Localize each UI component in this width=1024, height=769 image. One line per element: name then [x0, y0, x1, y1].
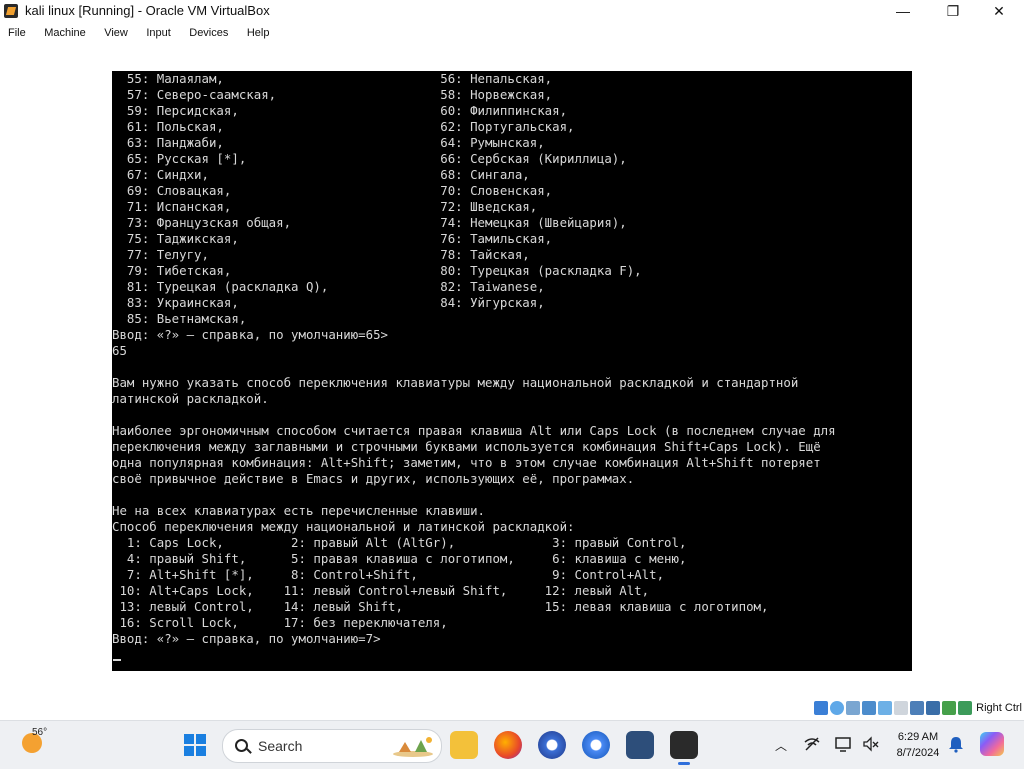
search-icon: [235, 739, 248, 752]
optical-drive-icon[interactable]: [830, 701, 844, 715]
window-titlebar: kali linux [Running] - Oracle VM Virtual…: [0, 0, 1024, 22]
console-line: Ввод: «?» — справка, по умолчанию=65>: [112, 327, 389, 342]
video-capture-icon[interactable]: [926, 701, 940, 715]
chevron-up-icon[interactable]: ︿: [775, 737, 787, 754]
console-line: 7: Alt+Shift [*], 8: Control+Shift, 9: C…: [112, 567, 665, 582]
hard-disk-icon[interactable]: [814, 701, 828, 715]
notification-bell-icon[interactable]: [948, 735, 964, 753]
console-line: 16: Scroll Lock, 17: без переключателя,: [112, 615, 448, 630]
start-icon[interactable]: [184, 734, 206, 756]
console-line: 65: [112, 343, 127, 358]
host-key-label: Right Ctrl: [976, 702, 1022, 714]
kali-vm-icon[interactable]: [670, 731, 698, 765]
vm-status-bar: Right Ctrl: [0, 698, 1024, 720]
menu-view[interactable]: View: [97, 22, 135, 44]
windows-taskbar: 56° Search ︿ 6:29 AM 8/7/2024: [0, 720, 1024, 769]
console-line: 85: Вьетнамская,: [112, 311, 247, 326]
console-line: переключения между заглавными и строчным…: [112, 439, 821, 454]
console-line: 55: Малаялам, 56: Непальская,: [112, 71, 553, 86]
search-highlight-icon: [393, 737, 433, 757]
console-line: 65: Русская [*], 66: Сербская (Кириллица…: [112, 151, 627, 166]
network-disconnected-icon[interactable]: [803, 735, 821, 753]
console-line: Ввод: «?» — справка, по умолчанию=7>: [112, 631, 381, 646]
console-line: одна популярная комбинация: Alt+Shift; з…: [112, 455, 821, 470]
taskbar-search-box[interactable]: Search: [222, 729, 442, 763]
console-line: 75: Таджикская, 76: Тамильская,: [112, 231, 553, 246]
usb-icon[interactable]: [878, 701, 892, 715]
vm-console-screen[interactable]: 55: Малаялам, 56: Непальская, 57: Северо…: [112, 71, 912, 671]
console-line: 67: Синдхи, 68: Сингала,: [112, 167, 530, 182]
console-line: 10: Alt+Caps Lock, 11: левый Control+лев…: [112, 583, 650, 598]
chrome-icon[interactable]: [582, 731, 610, 759]
console-line: 61: Польская, 62: Португальская,: [112, 119, 575, 134]
console-line: 81: Турецкая (раскладка Q), 82: Taiwanes…: [112, 279, 545, 294]
window-title: kali linux [Running] - Oracle VM Virtual…: [25, 3, 270, 18]
clock-time: 6:29 AM: [897, 731, 939, 743]
firefox-icon[interactable]: [494, 731, 522, 759]
mouse-integration-icon[interactable]: [942, 701, 956, 715]
minimize-button[interactable]: —: [880, 0, 926, 22]
weather-temperature: 56°: [32, 727, 48, 738]
console-line: своё привычное действие в Emacs и других…: [112, 471, 635, 486]
network-icon[interactable]: [862, 701, 876, 715]
file-explorer-icon[interactable]: [450, 731, 478, 759]
clock-date: 8/7/2024: [896, 747, 940, 759]
console-line: 57: Северо-саамская, 58: Норвежская,: [112, 87, 553, 102]
console-line: латинской раскладкой.: [112, 391, 269, 406]
console-line: Вам нужно указать способ переключения кл…: [112, 375, 799, 390]
console-line: 79: Тибетская, 80: Турецкая (раскладка F…: [112, 263, 642, 278]
virtualbox-app-icon: [4, 4, 18, 18]
host-key-icon[interactable]: [958, 701, 972, 715]
console-text: 55: Малаялам, 56: Непальская, 57: Северо…: [112, 71, 836, 647]
menu-bar: File Machine View Input Devices Help: [0, 22, 1024, 44]
console-line: Не на всех клавиатурах есть перечисленны…: [112, 503, 485, 518]
console-line: 71: Испанская, 72: Шведская,: [112, 199, 538, 214]
volume-muted-icon[interactable]: [862, 735, 880, 753]
console-line: 83: Украинская, 84: Уйгурская,: [112, 295, 545, 310]
menu-input[interactable]: Input: [139, 22, 177, 44]
chrome-canary-icon[interactable]: [538, 731, 566, 759]
close-button[interactable]: ✕: [976, 0, 1022, 22]
menu-machine[interactable]: Machine: [37, 22, 93, 44]
console-line: 77: Телугу, 78: Тайская,: [112, 247, 530, 262]
menu-help[interactable]: Help: [240, 22, 277, 44]
display-tray-icon[interactable]: [834, 735, 852, 753]
shared-folders-icon[interactable]: [894, 701, 908, 715]
console-line: 69: Словацкая, 70: Словенская,: [112, 183, 553, 198]
console-line: Наиболее эргономичным способом считается…: [112, 423, 836, 438]
console-line: 63: Панджаби, 64: Румынская,: [112, 135, 545, 150]
console-line: 4: правый Shift, 5: правая клавиша с лог…: [112, 551, 687, 566]
console-line: Способ переключения между национальной и…: [112, 519, 575, 534]
text-cursor: [113, 659, 121, 661]
display-icon[interactable]: [910, 701, 924, 715]
menu-devices[interactable]: Devices: [182, 22, 235, 44]
console-line: 59: Персидская, 60: Филиппинская,: [112, 103, 568, 118]
maximize-button[interactable]: ❐: [930, 0, 976, 22]
menu-file[interactable]: File: [0, 22, 33, 44]
audio-icon[interactable]: [846, 701, 860, 715]
console-line: 73: Французская общая, 74: Немецкая (Шве…: [112, 215, 627, 230]
virtualbox-icon[interactable]: [626, 731, 654, 759]
taskbar-clock[interactable]: 6:29 AM 8/7/2024: [892, 729, 944, 761]
search-label: Search: [258, 738, 303, 754]
copilot-icon[interactable]: [980, 732, 1004, 756]
console-line: 13: левый Control, 14: левый Shift, 15: …: [112, 599, 769, 614]
console-line: 1: Caps Lock, 2: правый Alt (AltGr), 3: …: [112, 535, 687, 550]
